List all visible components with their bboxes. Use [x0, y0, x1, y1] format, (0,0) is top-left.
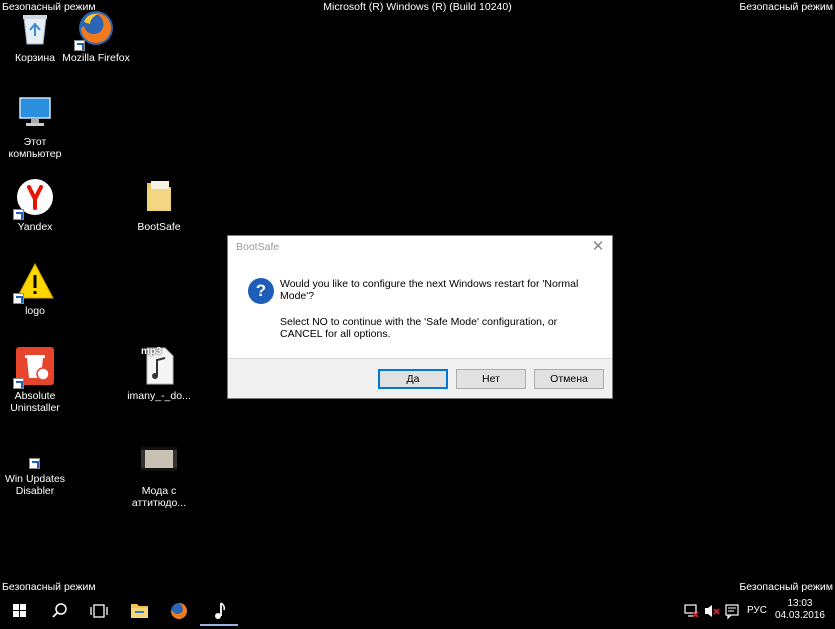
recycle-bin-icon [15, 8, 55, 48]
desktop-icon-label: imany_-_do... [127, 390, 191, 402]
taskbar-bootsafe[interactable] [200, 596, 238, 626]
shortcut-arrow-icon [29, 458, 40, 469]
desktop-icon-label: Absolute Uninstaller [10, 390, 60, 414]
desktop-icon-label: Этот компьютер [8, 136, 62, 160]
desktop-icon-bootsafe[interactable]: BootSafe [124, 177, 194, 233]
dialog-message-line-2: Select NO to continue with the 'Safe Mod… [280, 316, 558, 340]
firefox-icon [74, 8, 116, 51]
shortcut-arrow-icon [13, 378, 24, 389]
music-note-icon [215, 602, 226, 619]
desktop-icon-absolute-uninstaller[interactable]: Absolute Uninstaller [0, 346, 70, 414]
safe-mode-label-bottom-right: Безопасный режим [739, 581, 833, 593]
dialog-button-bar: Да Нет Отмена [228, 358, 612, 398]
action-center-icon[interactable] [722, 596, 742, 626]
desktop-icon-imany-mp3[interactable]: mp3 imany_-_do... [124, 346, 194, 402]
win-updates-disabler-icon [15, 457, 55, 469]
taskbar-file-explorer[interactable] [120, 596, 158, 626]
search-icon [52, 603, 67, 618]
desktop-icon-label: BootSafe [137, 221, 181, 233]
desktop-icon-label: Mozilla Firefox [62, 52, 130, 64]
network-icon[interactable] [682, 596, 702, 626]
shortcut-arrow-icon [74, 40, 85, 51]
desktop-icon-label: Yandex [17, 221, 53, 233]
desktop-icon-label: logo [25, 305, 45, 317]
dialog-message: Would you like to configure the next Win… [280, 278, 590, 354]
start-button[interactable] [0, 596, 38, 626]
folder-icon [131, 604, 148, 618]
mp3-file-icon: mp3 [139, 346, 179, 386]
shortcut-arrow-icon [13, 293, 24, 304]
clock-time: 13:03 [787, 598, 813, 609]
volume-icon[interactable] [702, 596, 722, 626]
dialog-title: BootSafe [236, 241, 280, 253]
no-button[interactable]: Нет [456, 369, 526, 389]
shortcut-arrow-icon [13, 209, 24, 220]
desktop-icon-firefox[interactable]: Mozilla Firefox [61, 8, 131, 64]
desktop-icon-label: Win Updates Disabler [4, 473, 66, 497]
yandex-icon [13, 177, 55, 220]
search-button[interactable] [40, 596, 78, 626]
question-icon: ? [248, 278, 274, 304]
desktop-icon-yandex[interactable]: Yandex [0, 177, 70, 233]
desktop-icon-label: Корзина [15, 52, 55, 64]
uninstaller-icon [13, 346, 55, 389]
close-icon[interactable]: ✕ [588, 238, 608, 256]
mp3-badge: mp3 [141, 346, 162, 357]
desktop-icon-this-pc[interactable]: Этот компьютер [0, 92, 70, 160]
desktop-icon-label: Мода с аттитюдо... [131, 485, 187, 509]
taskbar-firefox[interactable] [160, 596, 198, 626]
computer-icon [15, 92, 55, 132]
safe-mode-label-top-right: Безопасный режим [739, 1, 833, 13]
bootsafe-dialog: BootSafe ✕ ? Would you like to configure… [227, 235, 613, 399]
desktop-icon-win-updates-disabler[interactable]: Win Updates Disabler [0, 457, 70, 497]
clock[interactable]: 13:03 04.03.2016 [775, 598, 825, 622]
desktop-icon-recycle-bin[interactable]: Корзина [0, 8, 70, 64]
clock-date: 04.03.2016 [774, 610, 825, 621]
task-view-button[interactable] [80, 596, 118, 626]
cancel-button[interactable]: Отмена [534, 369, 604, 389]
folder-icon [139, 177, 179, 217]
desktop-icon-moda-video[interactable]: Мода с аттитюдо... [124, 441, 194, 509]
safe-mode-label-bottom-left: Безопасный режим [2, 581, 96, 593]
yes-button[interactable]: Да [378, 369, 448, 389]
taskbar: РУС 13:03 04.03.2016 [0, 596, 835, 628]
dialog-message-line-1: Would you like to configure the next Win… [280, 278, 579, 302]
language-indicator[interactable]: РУС [747, 605, 767, 616]
desktop-icon-logo[interactable]: logo [0, 261, 70, 317]
task-view-icon [90, 604, 108, 618]
warning-icon [13, 261, 55, 304]
windows-logo-icon [13, 604, 26, 617]
video-file-icon [139, 441, 179, 481]
firefox-icon [171, 603, 187, 619]
